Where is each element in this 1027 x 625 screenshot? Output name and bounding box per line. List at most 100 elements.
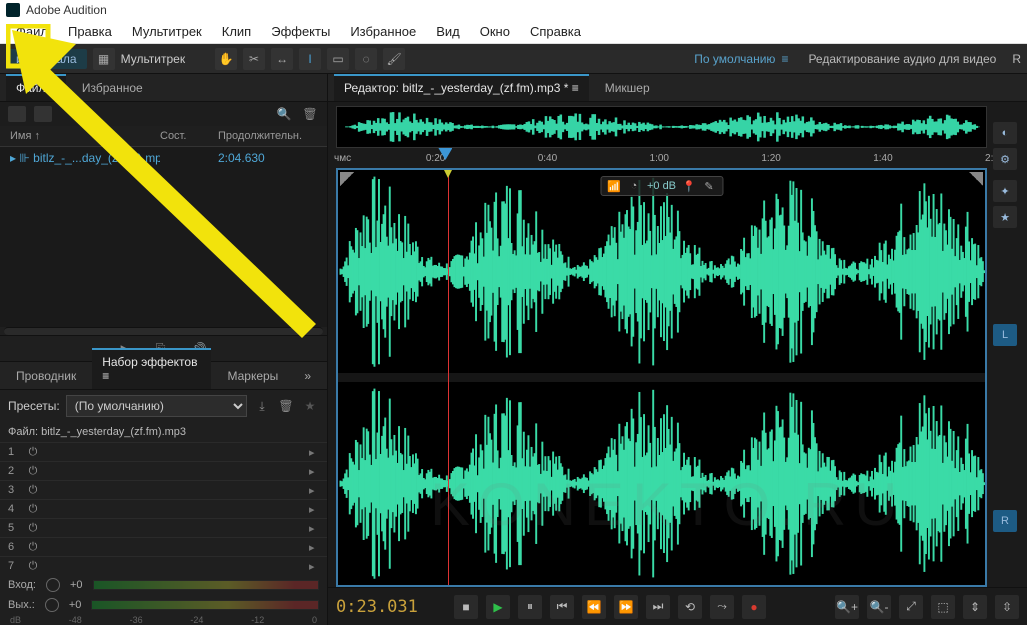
timeline-ruler[interactable]: чмс 0:20 0:40 1:00 1:20 1:40 2:00 xyxy=(328,148,1027,168)
tab-files[interactable]: Файл ≡ xyxy=(6,74,66,101)
col-duration[interactable]: Продолжительн. xyxy=(218,130,317,142)
channel-l-badge[interactable]: L xyxy=(993,324,1017,346)
workspace-video[interactable]: Редактирование аудио для видео xyxy=(808,52,996,66)
record-button[interactable]: ● xyxy=(742,595,766,619)
editor-area: Редактор: bitlz_-_yesterday_(zf.fm).mp3 … xyxy=(328,74,1027,625)
input-knob[interactable] xyxy=(46,578,60,592)
zoom-full-icon[interactable]: ⤢ xyxy=(899,595,923,619)
delete-preset-icon[interactable]: 🗑 xyxy=(277,398,295,414)
app-title: Adobe Audition xyxy=(26,3,107,17)
workspace-menu-icon[interactable]: ≡ xyxy=(781,52,788,66)
search-icon[interactable]: 🔍 xyxy=(275,106,293,122)
tool-cut-icon[interactable]: ✂ xyxy=(243,48,265,70)
multitrack-icon[interactable]: ▦ xyxy=(93,48,115,70)
hud-pen-icon[interactable]: ✎ xyxy=(702,179,716,193)
tab-overflow[interactable]: » xyxy=(294,364,321,389)
menu-favorites[interactable]: Избранное xyxy=(340,21,426,42)
play-button[interactable]: ▶ xyxy=(486,595,510,619)
timecode[interactable]: 0:23.031 xyxy=(336,597,446,617)
stop-button[interactable]: ■ xyxy=(454,595,478,619)
input-value[interactable]: +0 xyxy=(70,579,83,591)
tool-marquee-icon[interactable]: ▭ xyxy=(327,48,349,70)
tab-effects-rack[interactable]: Набор эффектов ≡ xyxy=(92,348,211,389)
side-tool-spectral-icon[interactable]: ◐ xyxy=(993,122,1017,144)
side-tool-gear-icon[interactable]: ✦ xyxy=(993,180,1017,202)
channel-r-badge[interactable]: R xyxy=(993,510,1017,532)
hud-controls[interactable]: 📶 ◔ +0 dB 📍 ✎ xyxy=(600,176,723,196)
workspace-default[interactable]: По умолчанию xyxy=(694,52,775,66)
new-file-icon[interactable] xyxy=(34,106,52,122)
channel-right[interactable] xyxy=(338,382,985,585)
menu-window[interactable]: Окно xyxy=(470,21,520,42)
preset-label: Пресеты: xyxy=(8,399,60,413)
fx-slot[interactable]: 2⏻▸ xyxy=(0,461,327,480)
hud-pan-knob-icon[interactable]: ◔ xyxy=(627,179,641,193)
rewind-button[interactable]: ⏪ xyxy=(582,595,606,619)
output-knob[interactable] xyxy=(45,598,59,612)
fx-slot[interactable]: 1⏻▸ xyxy=(0,442,327,461)
tool-text-cursor-icon[interactable]: I xyxy=(299,48,321,70)
trash-icon[interactable]: 🗑 xyxy=(301,106,319,122)
channel-left[interactable] xyxy=(338,170,985,373)
zoom-out-icon[interactable]: 🔍- xyxy=(867,595,891,619)
hud-db-value[interactable]: +0 dB xyxy=(647,180,676,192)
menu-effects[interactable]: Эффекты xyxy=(261,21,340,42)
menu-edit[interactable]: Правка xyxy=(58,21,122,42)
side-tool-star-icon[interactable]: ★ xyxy=(993,206,1017,228)
tool-hand-icon[interactable]: ✋ xyxy=(215,48,237,70)
fx-slot[interactable]: 7⏻▸ xyxy=(0,556,327,575)
left-column: Файл ≡ Избранное 🔍 🗑 Имя ↑ Сост. Продолж… xyxy=(0,74,328,625)
hud-pin-icon[interactable]: 📍 xyxy=(682,179,696,193)
waveform-overview[interactable] xyxy=(336,106,987,148)
menu-help[interactable]: Справка xyxy=(520,21,591,42)
menu-file[interactable]: Файл xyxy=(6,21,58,42)
tab-markers[interactable]: Маркеры xyxy=(217,364,288,389)
favorite-icon[interactable]: ★ xyxy=(301,398,319,414)
output-meter xyxy=(91,600,319,610)
fx-slot[interactable]: 3⏻▸ xyxy=(0,480,327,499)
mode-waveform[interactable]: ип сигнала xyxy=(6,49,87,69)
next-button[interactable]: ⏭ xyxy=(646,595,670,619)
tool-brush-icon[interactable]: 🖌 xyxy=(383,48,405,70)
output-value[interactable]: +0 xyxy=(69,599,82,611)
app-logo-icon xyxy=(6,3,20,17)
forward-button[interactable]: ⏩ xyxy=(614,595,638,619)
hud-vol-icon[interactable]: 📶 xyxy=(607,179,621,193)
save-preset-icon[interactable]: ⤓ xyxy=(253,398,271,414)
files-scrollbar[interactable] xyxy=(4,327,323,335)
preset-select[interactable]: (По умолчанию) xyxy=(66,395,247,417)
menu-view[interactable]: Вид xyxy=(426,21,470,42)
corner-handle-icon[interactable] xyxy=(969,172,983,186)
waveform-display[interactable]: 📶 ◔ +0 dB 📍 ✎ dB -3 -6 -∞ -6 -3 dB -3 -6… xyxy=(336,168,987,587)
side-tool-settings-icon[interactable]: ⚙ xyxy=(993,148,1017,170)
tab-favorites[interactable]: Избранное xyxy=(72,76,153,101)
skip-button[interactable]: ⤳ xyxy=(710,595,734,619)
menu-bar: Файл Правка Мультитрек Клип Эффекты Избр… xyxy=(0,20,1027,44)
tool-lasso-icon[interactable]: ◌ xyxy=(355,48,377,70)
tab-editor[interactable]: Редактор: bitlz_-_yesterday_(zf.fm).mp3 … xyxy=(334,74,589,101)
menu-multitrack[interactable]: Мультитрек xyxy=(122,21,212,42)
output-label: Вых.: xyxy=(8,599,35,611)
files-row[interactable]: ▸ ⊪ bitlz_-_...day_(zf.fm).mp3 * 2:04.63… xyxy=(0,147,327,169)
pause-button[interactable]: ⏸ xyxy=(518,595,542,619)
zoom-sel-icon[interactable]: ⬚ xyxy=(931,595,955,619)
fx-slot[interactable]: 6⏻▸ xyxy=(0,537,327,556)
open-file-icon[interactable] xyxy=(8,106,26,122)
tab-mixer[interactable]: Микшер xyxy=(595,76,660,101)
tab-explorer[interactable]: Проводник xyxy=(6,364,86,389)
fx-slot[interactable]: 4⏻▸ xyxy=(0,499,327,518)
menu-clip[interactable]: Клип xyxy=(212,21,261,42)
col-name[interactable]: Имя ↑ xyxy=(10,130,160,142)
playhead-line[interactable] xyxy=(448,170,449,585)
corner-handle-icon[interactable] xyxy=(340,172,354,186)
zoom-out-v-icon[interactable]: ⇳ xyxy=(995,595,1019,619)
workspace-more[interactable]: R xyxy=(1012,52,1021,66)
mode-multitrack[interactable]: Мультитрек xyxy=(121,52,185,66)
loop-button[interactable]: ⟲ xyxy=(678,595,702,619)
col-status[interactable]: Сост. xyxy=(160,130,218,142)
zoom-in-v-icon[interactable]: ⇕ xyxy=(963,595,987,619)
prev-button[interactable]: ⏮ xyxy=(550,595,574,619)
fx-slot[interactable]: 5⏻▸ xyxy=(0,518,327,537)
tool-move-icon[interactable]: ↔ xyxy=(271,48,293,70)
zoom-in-icon[interactable]: 🔍+ xyxy=(835,595,859,619)
